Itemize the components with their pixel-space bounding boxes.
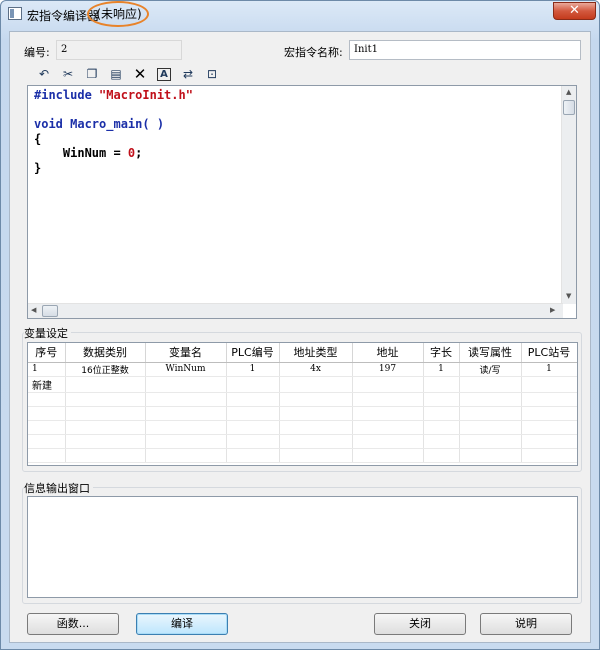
code-open-brace: { <box>34 131 42 146</box>
code-function-signature: void Macro_main( ) <box>34 117 165 131</box>
help-button[interactable]: 说明 <box>480 613 572 635</box>
table-cell[interactable] <box>423 376 460 393</box>
table-cell[interactable] <box>145 376 227 393</box>
column-header[interactable]: 变量名 <box>145 343 227 363</box>
new-row-cell[interactable]: 新建 <box>28 376 66 393</box>
editor-vertical-scrollbar[interactable]: ▲ ▼ <box>561 86 576 304</box>
table-cell[interactable] <box>279 376 353 393</box>
code-editor[interactable]: #include "MacroInit.h" void Macro_main( … <box>27 85 577 319</box>
table-cell[interactable] <box>521 376 577 393</box>
variables-section-label: 变量设定 <box>24 325 71 341</box>
scroll-down-icon[interactable]: ▼ <box>566 292 571 300</box>
column-header[interactable]: 地址 <box>352 343 424 363</box>
table-cell[interactable] <box>459 376 522 393</box>
not-responding-status: (未响应) <box>87 1 149 27</box>
table-row[interactable] <box>28 392 577 407</box>
table-cell[interactable]: 1 <box>423 362 460 377</box>
macro-name-input[interactable]: Init1 <box>349 40 581 60</box>
table-header-row: 序号 数据类别 变量名 PLC编号 地址类型 地址 字长 读写属性 PLC站号 <box>28 343 577 363</box>
title-bar[interactable]: 宏指令编译器 (未响应) ✕ <box>1 1 599 27</box>
paste-icon[interactable]: ▤ <box>106 65 126 83</box>
table-cell[interactable] <box>65 376 146 393</box>
table-cell[interactable]: 1 <box>28 362 66 377</box>
macro-name-label: 宏指令名称: <box>284 46 343 59</box>
number-field[interactable]: 2 <box>56 40 182 60</box>
replace-icon[interactable]: ⇄ <box>178 65 198 83</box>
dialog-body: 编号: 2 宏指令名称: Init1 ↶ ✂ ❐ ▤ ✕ A ⇄ ⊡ #incl… <box>9 31 591 643</box>
code-semicolon: ; <box>135 146 143 160</box>
column-header[interactable]: 读写属性 <box>459 343 522 363</box>
column-header[interactable]: 字长 <box>423 343 460 363</box>
code-assign-target: WinNum = <box>34 146 128 160</box>
output-section-label: 信息输出窗口 <box>24 480 93 496</box>
table-cell[interactable]: 读/写 <box>459 362 522 377</box>
column-header[interactable]: PLC站号 <box>521 343 577 363</box>
number-label: 编号: <box>24 46 50 59</box>
scroll-right-icon[interactable]: ▶ <box>550 306 555 314</box>
table-row[interactable] <box>28 434 577 449</box>
table-row[interactable]: 1 16位正整数 WinNum 1 4x 197 1 读/写 1 <box>28 362 577 377</box>
editor-horizontal-scrollbar[interactable]: ◀ ▶ <box>28 303 563 318</box>
table-row[interactable] <box>28 448 577 463</box>
code-include-file: "MacroInit.h" <box>99 88 193 102</box>
macro-compiler-window: 宏指令编译器 (未响应) ✕ 编号: 2 宏指令名称: Init1 ↶ ✂ ❐ … <box>0 0 600 650</box>
column-header[interactable]: PLC编号 <box>226 343 280 363</box>
column-header[interactable]: 数据类别 <box>65 343 146 363</box>
export-icon[interactable]: ⊡ <box>202 65 222 83</box>
functions-button[interactable]: 函数... <box>27 613 119 635</box>
table-cell[interactable]: 197 <box>352 362 424 377</box>
code-include-keyword: #include <box>34 88 100 102</box>
table-row[interactable] <box>28 420 577 435</box>
table-cell[interactable] <box>226 376 280 393</box>
table-cell[interactable]: 1 <box>226 362 280 377</box>
column-header[interactable]: 序号 <box>28 343 66 363</box>
close-button[interactable]: 关闭 <box>374 613 466 635</box>
table-cell[interactable]: 16位正整数 <box>65 362 146 377</box>
table-row[interactable] <box>28 406 577 421</box>
close-window-button[interactable]: ✕ <box>553 2 596 20</box>
vertical-scroll-thumb[interactable] <box>563 100 575 115</box>
table-row[interactable]: 新建 <box>28 376 577 393</box>
editor-toolbar: ↶ ✂ ❐ ▤ ✕ A ⇄ ⊡ <box>28 63 228 85</box>
compile-button[interactable]: 编译 <box>136 613 228 635</box>
scroll-up-icon[interactable]: ▲ <box>566 88 571 96</box>
horizontal-scroll-thumb[interactable] <box>42 305 58 317</box>
output-window[interactable] <box>27 496 578 598</box>
table-cell[interactable]: 1 <box>521 362 577 377</box>
scroll-left-icon[interactable]: ◀ <box>31 306 36 314</box>
code-close-brace: } <box>34 160 42 175</box>
delete-icon[interactable]: ✕ <box>130 65 150 83</box>
copy-icon[interactable]: ❐ <box>82 65 102 83</box>
cut-icon[interactable]: ✂ <box>58 65 78 83</box>
app-icon <box>8 7 22 20</box>
table-cell[interactable] <box>352 376 424 393</box>
table-cell[interactable]: WinNum <box>145 362 227 377</box>
table-cell[interactable]: 4x <box>279 362 353 377</box>
code-content[interactable]: #include "MacroInit.h" void Macro_main( … <box>34 88 193 175</box>
undo-icon[interactable]: ↶ <box>34 65 54 83</box>
column-header[interactable]: 地址类型 <box>279 343 353 363</box>
font-icon[interactable]: A <box>154 65 174 83</box>
variables-table[interactable]: 序号 数据类别 变量名 PLC编号 地址类型 地址 字长 读写属性 PLC站号 … <box>27 342 578 466</box>
